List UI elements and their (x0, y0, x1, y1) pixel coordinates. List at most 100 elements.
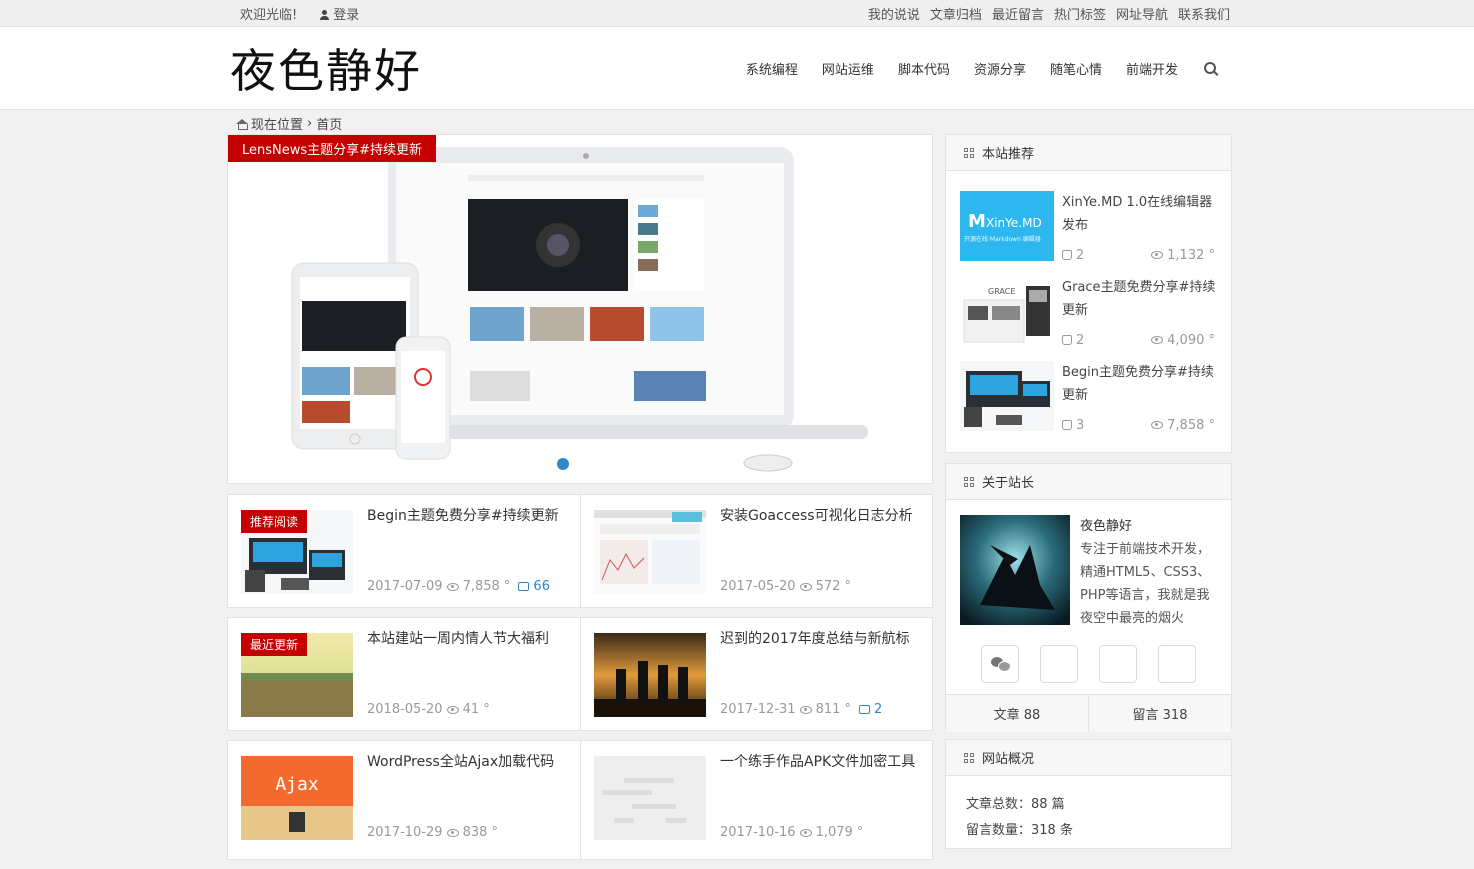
article-meta: 2017-05-20 572 ° (720, 579, 913, 594)
widget-header: 关于站长 (946, 464, 1231, 500)
article-title[interactable]: 迟到的2017年度总结与新航标 (720, 629, 910, 649)
social-button-2[interactable] (1040, 645, 1078, 683)
article-thumbnail[interactable]: 推荐阅读 (241, 510, 353, 594)
article-card[interactable]: 最近更新 本站建站一周内情人节大福利 2018-05-20 41 ° (228, 618, 580, 730)
nav-item-resources[interactable]: 资源分享 (974, 59, 1026, 78)
author-bio: 专注于前端技术开发，精通HTML5、CSS3、PHP等语言，我就是我夜空中最亮的… (1080, 542, 1211, 626)
article-tag: 推荐阅读 (241, 510, 308, 533)
article-date: 2017-05-20 (720, 579, 796, 594)
article-thumbnail[interactable] (594, 756, 706, 840)
stat-comments[interactable]: 留言 318 (1088, 695, 1231, 732)
article-thumbnail[interactable]: Ajax (241, 756, 353, 840)
article-views: 1,079 ° (815, 825, 864, 840)
like-icon[interactable] (1062, 250, 1072, 260)
article-tag: 最近更新 (241, 633, 308, 656)
like-icon[interactable] (1062, 335, 1072, 345)
eye-icon (446, 582, 459, 591)
author-stats: 文章 88 留言 318 (946, 694, 1231, 732)
recommend-title[interactable]: XinYe.MD 1.0在线编辑器发布 (1062, 191, 1217, 237)
slider-tag[interactable]: LensNews主题分享#持续更新 (228, 135, 437, 162)
recommend-views: 1,132 ° (1167, 248, 1215, 263)
overview-article-count: 文章总数：88 篇 (966, 797, 1065, 812)
top-link-tags[interactable]: 热门标签 (1054, 4, 1106, 23)
eye-icon (446, 705, 459, 714)
article-thumbnail[interactable] (594, 510, 706, 594)
article-views: 41 ° (462, 702, 490, 717)
recommend-title[interactable]: Grace主题免费分享#持续更新 (1062, 276, 1217, 322)
nav-item-scripts[interactable]: 脚本代码 (898, 59, 950, 78)
article-comments[interactable]: 2 (874, 702, 882, 717)
user-icon (319, 10, 330, 20)
article-card[interactable]: 一个练手作品APK文件加密工具 2017-10-16 1,079 ° (580, 741, 932, 859)
article-title[interactable]: 一个练手作品APK文件加密工具 (720, 752, 915, 772)
eye-icon (1151, 251, 1163, 259)
featured-slider[interactable]: LensNews主题分享#持续更新 (227, 134, 933, 484)
slider-image (291, 147, 868, 472)
top-link-recent-comments[interactable]: 最近留言 (992, 4, 1044, 23)
search-icon[interactable] (1204, 62, 1216, 74)
article-card[interactable]: 迟到的2017年度总结与新航标 2017-12-31 811 ° 2 (580, 618, 932, 730)
nav-item-essays[interactable]: 随笔心情 (1050, 59, 1102, 78)
article-title[interactable]: WordPress全站Ajax加载代码 (367, 752, 554, 772)
recommend-meta: 2 1,132 ° (1062, 248, 1217, 263)
svg-text:XinYe.MD: XinYe.MD (986, 216, 1042, 230)
recommend-thumbnail[interactable] (960, 361, 1054, 431)
recommend-likes: 2 (1076, 248, 1085, 263)
recommend-likes: 2 (1076, 333, 1085, 348)
article-meta: 2017-10-16 1,079 ° (720, 825, 915, 840)
stat-articles[interactable]: 文章 88 (946, 695, 1088, 732)
slider-dot-active[interactable] (557, 458, 569, 470)
comment-icon[interactable] (859, 705, 871, 714)
article-card[interactable]: 推荐阅读 Begin主题免费分享#持续更新 2017-07-09 7,858 °… (228, 495, 580, 607)
article-meta: 2017-07-09 7,858 ° 66 (367, 579, 559, 594)
article-row: Ajax WordPress全站Ajax加载代码 2017-10-29 838 … (227, 740, 933, 860)
article-card[interactable]: Ajax WordPress全站Ajax加载代码 2017-10-29 838 … (228, 741, 580, 859)
top-link-archive[interactable]: 文章归档 (930, 4, 982, 23)
nav-item-frontend[interactable]: 前端开发 (1126, 59, 1178, 78)
article-meta: 2017-12-31 811 ° 2 (720, 702, 910, 717)
article-title[interactable]: Begin主题免费分享#持续更新 (367, 506, 559, 526)
eye-icon (1151, 421, 1163, 429)
recommend-thumbnail[interactable]: GRACE (960, 276, 1054, 346)
grid-icon (964, 752, 974, 763)
recommend-meta: 2 4,090 ° (1062, 333, 1217, 348)
grid-icon (964, 147, 974, 158)
article-views: 811 ° (815, 702, 852, 717)
comment-icon[interactable] (518, 582, 530, 591)
article-date: 2017-10-29 (367, 825, 443, 840)
nav-item-system-programming[interactable]: 系统编程 (746, 59, 798, 78)
nav-item-ops[interactable]: 网站运维 (822, 59, 874, 78)
about-body: 夜色静好 专注于前端技术开发，精通HTML5、CSS3、PHP等语言，我就是我夜… (946, 500, 1231, 630)
article-views: 7,858 ° (462, 579, 511, 594)
overview-body: 文章总数：88 篇 留言数量：318 条 (946, 776, 1231, 860)
top-link-nav[interactable]: 网址导航 (1116, 4, 1168, 23)
article-title[interactable]: 安装Goaccess可视化日志分析 (720, 506, 913, 526)
like-icon[interactable] (1062, 420, 1072, 430)
breadcrumb-separator: › (307, 116, 313, 131)
welcome-text: 欢迎光临! (240, 8, 298, 23)
wechat-button[interactable] (981, 645, 1019, 683)
recommend-item[interactable]: M XinYe.MD 开源在线 Markdown 编辑器 XinYe.MD 1.0在… (946, 191, 1231, 263)
article-row: 推荐阅读 Begin主题免费分享#持续更新 2017-07-09 7,858 °… (227, 494, 933, 608)
eye-icon (1151, 336, 1163, 344)
social-button-3[interactable] (1099, 645, 1137, 683)
article-thumbnail[interactable] (594, 633, 706, 717)
article-comments[interactable]: 66 (533, 579, 550, 594)
login-link[interactable]: 登录 (319, 4, 359, 23)
widget-title: 关于站长 (982, 476, 1035, 491)
social-button-4[interactable] (1158, 645, 1196, 683)
top-link-shuoshuo[interactable]: 我的说说 (868, 4, 920, 23)
recommend-title[interactable]: Begin主题免费分享#持续更新 (1062, 361, 1217, 407)
article-card[interactable]: 安装Goaccess可视化日志分析 2017-05-20 572 ° (580, 495, 932, 607)
recommend-thumbnail[interactable]: M XinYe.MD 开源在线 Markdown 编辑器 (960, 191, 1054, 261)
article-date: 2018-05-20 (367, 702, 443, 717)
recommend-views: 7,858 ° (1167, 418, 1215, 433)
article-thumbnail[interactable]: 最近更新 (241, 633, 353, 717)
article-title[interactable]: 本站建站一周内情人节大福利 (367, 629, 549, 649)
recommend-item[interactable]: Begin主题免费分享#持续更新 3 7,858 ° (946, 361, 1231, 433)
site-logo[interactable]: 夜色静好 (230, 35, 422, 101)
widget-recommend: 本站推荐 M XinYe.MD 开源在线 Markdown 编辑器 XinYe.MD… (945, 134, 1232, 453)
recommend-item[interactable]: GRACE Grace主题免费分享#持续更新 2 4,090 ° (946, 276, 1231, 348)
breadcrumb-home[interactable]: 首页 (316, 114, 342, 133)
top-link-contact[interactable]: 联系我们 (1178, 4, 1230, 23)
